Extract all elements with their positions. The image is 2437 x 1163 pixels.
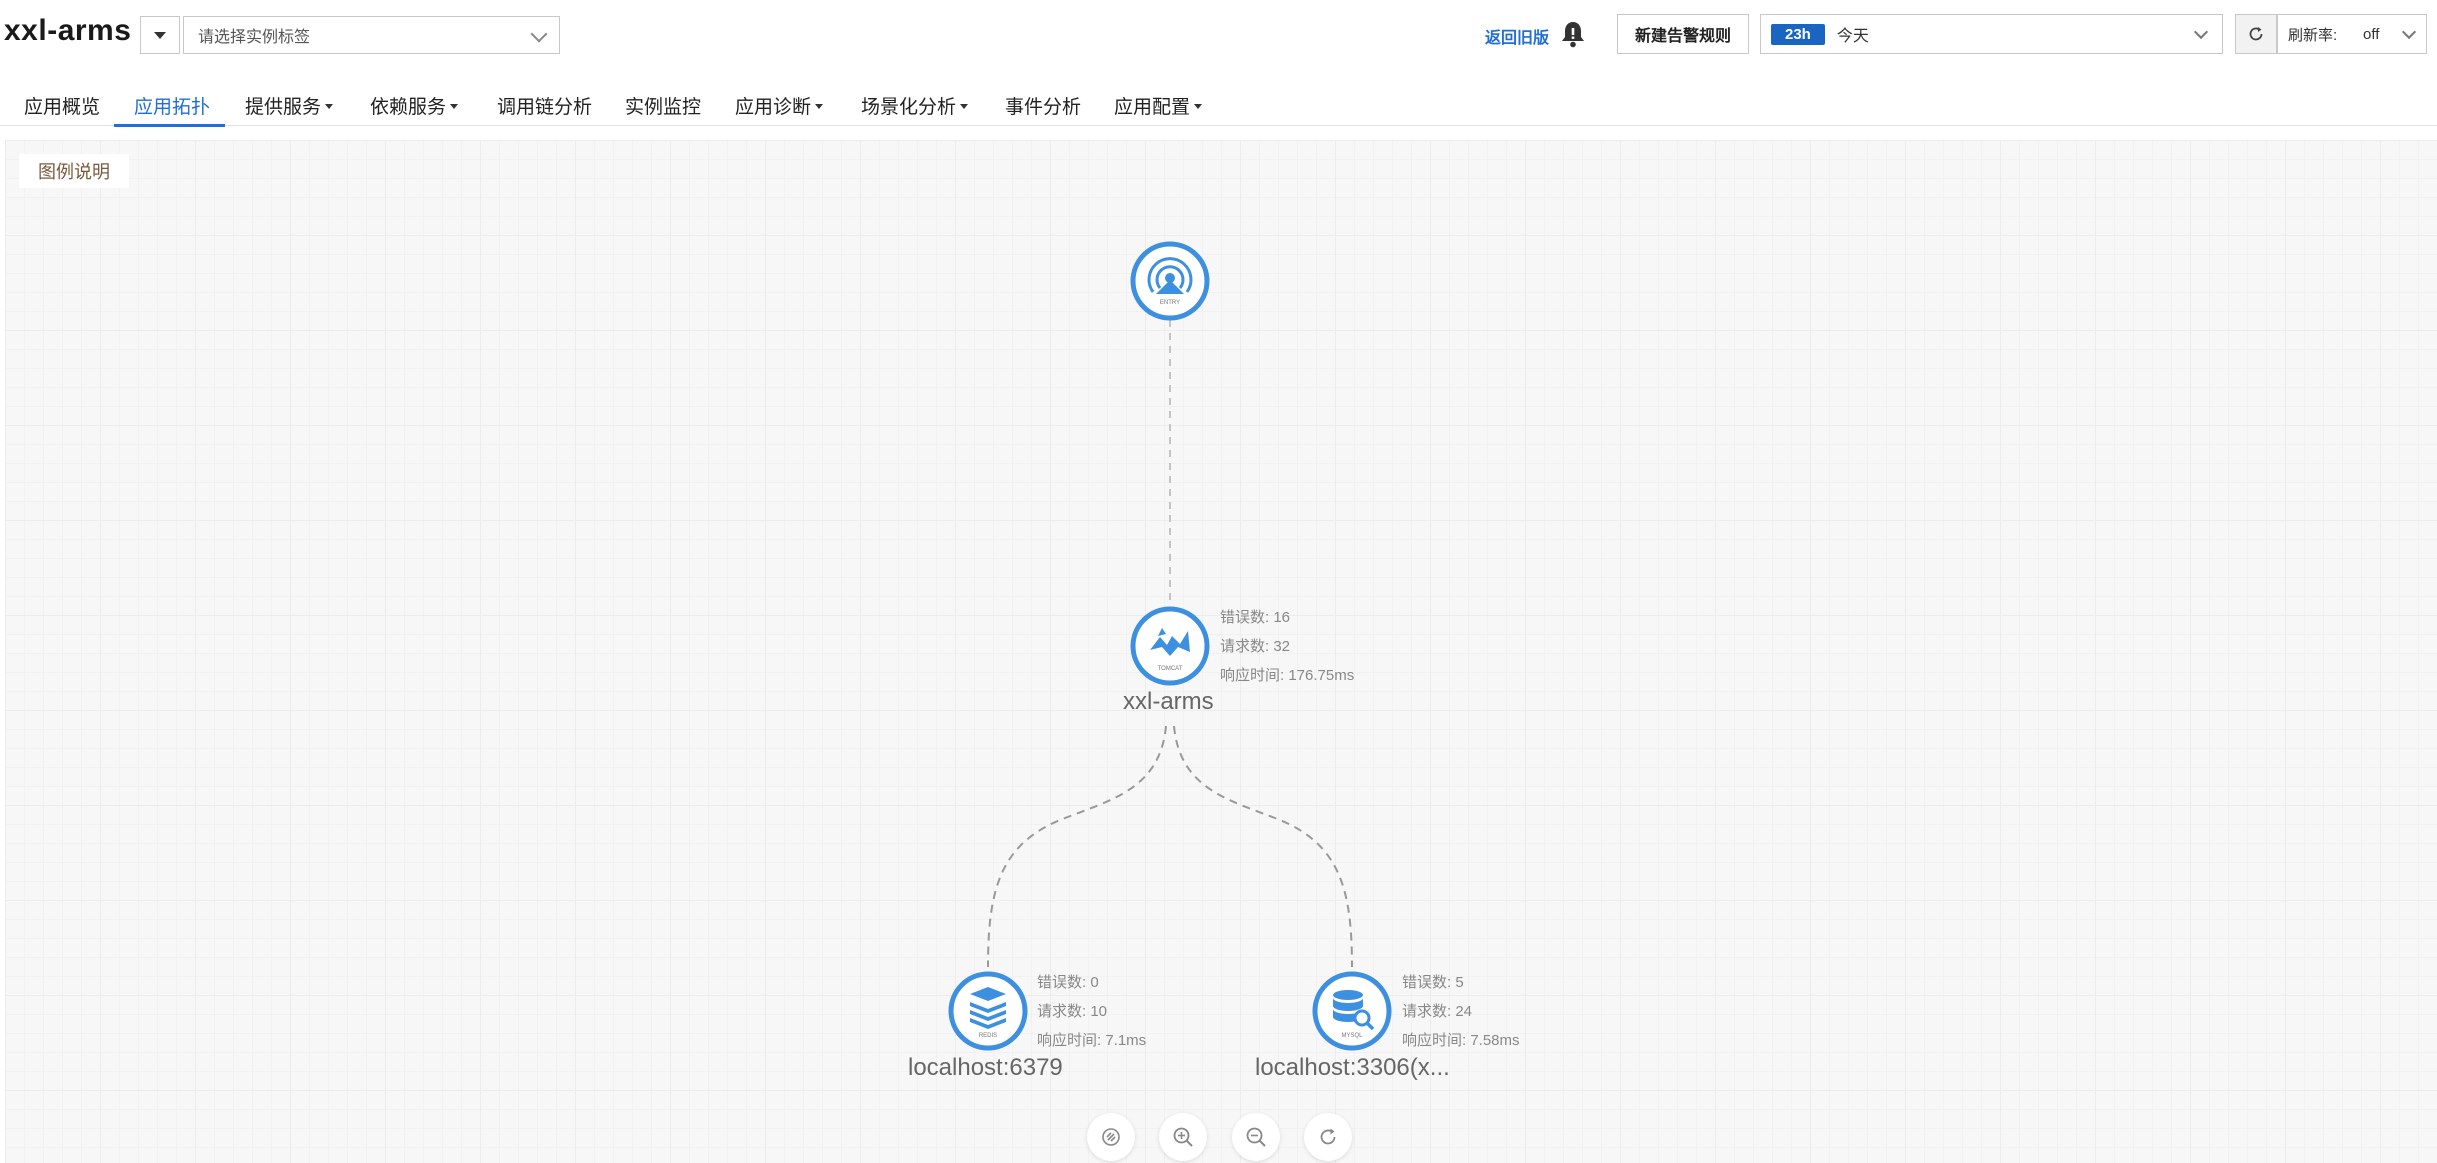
topology-graph: ENTRY TOMCAT REDIS MYSQL: [948, 241, 1392, 1051]
redis-request-count: 请求数: 10: [1037, 1003, 1108, 1020]
app-response-time: 响应时间: 176.75ms: [1220, 667, 1355, 684]
mysql-metrics: 错误数: 5 请求数: 24 响应时间: 7.58ms: [1402, 968, 1520, 1055]
zoom-out-button[interactable]: [1232, 1113, 1280, 1161]
redis-error-count: 错误数: 0: [1037, 974, 1099, 991]
fit-view-icon: [1102, 1128, 1120, 1146]
mysql-node[interactable]: MYSQL: [1312, 971, 1392, 1051]
redis-metrics: 错误数: 0 请求数: 10 响应时间: 7.1ms: [1037, 968, 1146, 1055]
mysql-error-count: 错误数: 5: [1402, 974, 1464, 991]
mysql-request-count: 请求数: 24: [1402, 1003, 1473, 1020]
zoom-out-icon: [1246, 1127, 1266, 1147]
redis-icon-caption: REDIS: [979, 1033, 997, 1039]
fit-view-button[interactable]: [1087, 1113, 1135, 1161]
entry-node[interactable]: ENTRY: [1130, 241, 1210, 321]
app-error-count: 错误数: 16: [1220, 609, 1291, 626]
app-node[interactable]: TOMCAT: [1130, 606, 1210, 686]
mysql-node-label: localhost:3306(x...: [1255, 1054, 1450, 1081]
entry-icon-caption: ENTRY: [1160, 300, 1180, 306]
mysql-response-time: 响应时间: 7.58ms: [1402, 1032, 1520, 1049]
app-icon-caption: TOMCAT: [1158, 666, 1183, 672]
app-metrics: 错误数: 16 请求数: 32 响应时间: 176.75ms: [1220, 603, 1354, 690]
mysql-icon-caption: MYSQL: [1341, 1033, 1363, 1039]
app-node-label: xxl-arms: [1123, 688, 1214, 715]
refresh-icon: [1320, 1128, 1336, 1145]
zoom-in-button[interactable]: [1159, 1113, 1207, 1161]
redis-response-time: 响应时间: 7.1ms: [1037, 1032, 1147, 1049]
edge-app-to-redis: [987, 725, 1167, 968]
redis-node-label: localhost:6379: [908, 1054, 1063, 1081]
zoom-in-icon: [1173, 1127, 1193, 1147]
redis-node[interactable]: REDIS: [948, 971, 1028, 1051]
edge-app-to-mysql: [1173, 725, 1353, 968]
app-request-count: 请求数: 32: [1220, 638, 1291, 655]
reset-view-button[interactable]: [1304, 1113, 1352, 1161]
